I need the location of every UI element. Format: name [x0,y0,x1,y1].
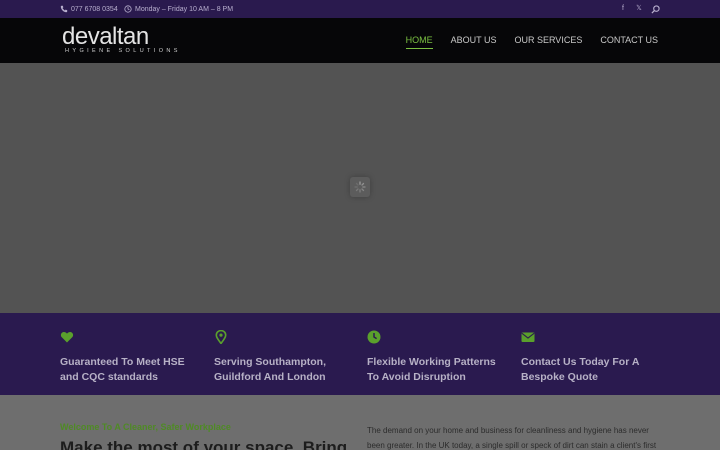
feature-contact: Contact Us Today For A Bespoke Quote [521,330,661,385]
section-heading: Make the most of your space. Bring [60,438,348,450]
x-icon[interactable]: 𝕏 [635,3,643,15]
feature-text: Contact Us Today For A Bespoke Quote [521,356,640,383]
feature-flexible: Flexible Working Patterns To Avoid Disru… [367,330,507,385]
opening-hours: Monday – Friday 10 AM – 8 PM [124,5,233,13]
nav-our-services[interactable]: OUR SERVICES [514,35,582,49]
logo-tagline: HYGIENE SOLUTIONS [65,48,181,54]
top-bar: 077 6708 0354 Monday – Friday 10 AM – 8 … [0,0,720,18]
clock-small-icon [124,5,132,13]
hero-slider [0,63,720,313]
main-nav: HOME ABOUT US OUR SERVICES CONTACT US [405,35,658,49]
phone-icon [60,5,68,13]
heart-icon [60,332,74,343]
search-icon[interactable] [651,5,660,14]
clock-icon [367,330,381,344]
map-pin-icon [215,329,227,345]
feature-locations: Serving Southampton, Guildford And Londo… [214,329,354,385]
nav-home[interactable]: HOME [405,35,433,49]
features-band: Guaranteed To Meet HSE and CQC standards… [0,313,720,395]
phone-number: 077 6708 0354 [71,5,118,13]
feature-text: Guaranteed To Meet HSE and CQC standards [60,356,185,383]
feature-text: Flexible Working Patterns To Avoid Disru… [367,356,496,383]
intro-section: Welcome To A Cleaner, Safer Workplace Ma… [0,395,720,450]
logo-wordmark: devaltan [62,23,149,50]
hours-text: Monday – Friday 10 AM – 8 PM [135,5,234,13]
envelope-icon [521,332,535,342]
site-header: devaltan HYGIENE SOLUTIONS HOME ABOUT US… [0,18,720,63]
nav-contact-us[interactable]: CONTACT US [600,35,658,49]
phone-contact[interactable]: 077 6708 0354 [60,5,118,13]
site-logo[interactable]: devaltan HYGIENE SOLUTIONS [62,23,181,55]
loading-spinner [350,177,370,197]
intro-paragraph: The demand on your home and business for… [367,426,657,450]
feature-standards: Guaranteed To Meet HSE and CQC standards [60,330,200,385]
feature-text: Serving Southampton, Guildford And Londo… [214,356,327,383]
facebook-icon[interactable]: f [619,3,627,15]
social-links: f 𝕏 [619,3,660,15]
section-kicker: Welcome To A Cleaner, Safer Workplace [60,422,231,432]
spinner-icon [354,181,366,193]
nav-about-us[interactable]: ABOUT US [451,35,497,49]
